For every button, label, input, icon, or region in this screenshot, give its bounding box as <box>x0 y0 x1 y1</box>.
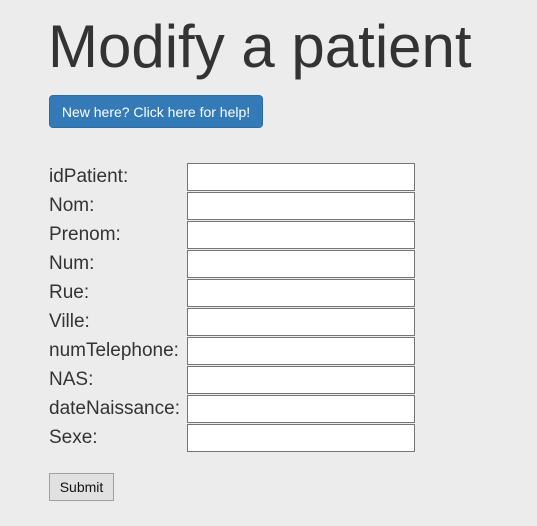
field-label-rue: Rue: <box>49 282 90 303</box>
prenom-input[interactable] <box>187 221 415 249</box>
field-row-rue: Rue: <box>48 279 418 308</box>
field-row-prenom: Prenom: <box>48 221 418 250</box>
ville-input[interactable] <box>187 308 415 336</box>
rue-input[interactable] <box>187 279 415 307</box>
field-row-nas: NAS: <box>48 366 418 395</box>
field-row-num: Num: <box>48 250 418 279</box>
patient-form: idPatient: Nom: Prenom: Num: Rue: Ville:… <box>48 163 418 453</box>
field-label-datenaissance: dateNaissance: <box>49 398 180 419</box>
numtelephone-input[interactable] <box>187 337 415 365</box>
page-title: Modify a patient <box>48 13 472 80</box>
field-row-datenaissance: dateNaissance: <box>48 395 418 424</box>
field-row-ville: Ville: <box>48 308 418 337</box>
help-button[interactable]: New here? Click here for help! <box>49 95 263 128</box>
sexe-input[interactable] <box>187 424 415 452</box>
field-label-idpatient: idPatient: <box>49 166 129 187</box>
nom-input[interactable] <box>187 192 415 220</box>
field-row-idpatient: idPatient: <box>48 163 418 192</box>
page: Modify a patient New here? Click here fo… <box>0 0 537 526</box>
field-label-nas: NAS: <box>49 369 94 390</box>
field-row-sexe: Sexe: <box>48 424 418 453</box>
datenaissance-input[interactable] <box>187 395 415 423</box>
field-row-nom: Nom: <box>48 192 418 221</box>
field-row-numtelephone: numTelephone: <box>48 337 418 366</box>
submit-button[interactable]: Submit <box>49 473 114 501</box>
field-label-ville: Ville: <box>49 311 90 332</box>
num-input[interactable] <box>187 250 415 278</box>
field-label-num: Num: <box>49 253 95 274</box>
field-label-nom: Nom: <box>49 195 95 216</box>
nas-input[interactable] <box>187 366 415 394</box>
field-label-sexe: Sexe: <box>49 427 98 448</box>
idpatient-input[interactable] <box>187 163 415 191</box>
field-label-prenom: Prenom: <box>49 224 121 245</box>
field-label-numtelephone: numTelephone: <box>49 340 179 361</box>
